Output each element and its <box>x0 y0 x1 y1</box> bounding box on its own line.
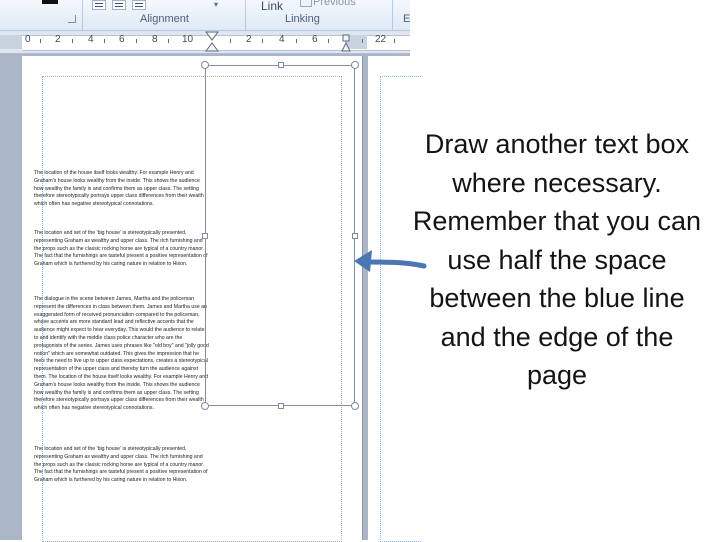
alignment-group-label: Alignment <box>140 13 189 25</box>
ribbon: ▾ Alignment Link Previous Linking E <box>0 0 410 31</box>
document-paragraph[interactable]: The location and set of the 'big house' … <box>34 446 210 485</box>
chevron-down-icon[interactable]: ▾ <box>214 0 218 9</box>
ruler-tick <box>394 39 395 43</box>
resize-handle[interactable] <box>351 402 359 410</box>
text-box[interactable] <box>201 61 359 410</box>
ruler-number: 2 <box>55 34 61 45</box>
ruler-tick <box>104 39 105 43</box>
ruler-number: 4 <box>279 34 285 45</box>
resize-handle[interactable] <box>278 62 284 68</box>
previous-icon <box>300 0 312 7</box>
ruler-tick <box>40 39 41 43</box>
group-separator <box>245 0 246 30</box>
ruler-tick <box>72 39 73 43</box>
ruler-number: 22 <box>375 34 387 45</box>
document-paragraph[interactable]: The location and set of the 'big house' … <box>34 230 210 269</box>
ruler-number: 6 <box>312 34 318 45</box>
ruler-tick <box>168 39 169 43</box>
ruler-number: 2 <box>246 34 252 45</box>
resize-handle[interactable] <box>201 61 209 69</box>
resize-handle[interactable] <box>202 233 208 239</box>
ruler-tick <box>230 39 231 43</box>
ruler-tick <box>262 39 263 43</box>
ruler-tick <box>296 39 297 43</box>
resize-handle[interactable] <box>201 402 209 410</box>
instruction-text: Draw another text box where necessary. R… <box>412 129 702 390</box>
ruler-number: 10 <box>182 34 194 45</box>
right-indent-marker-icon[interactable] <box>341 31 351 53</box>
ruler-number: 8 <box>152 34 158 45</box>
horizontal-ruler[interactable]: 0 2 4 6 8 10 2 4 6 22 <box>0 31 410 54</box>
indent-marker-icon[interactable] <box>205 31 219 53</box>
align-right-icon[interactable] <box>132 0 146 10</box>
link-button[interactable]: Link <box>261 0 283 13</box>
ribbon-dark-icon <box>42 0 58 4</box>
ruler-tick <box>362 39 363 43</box>
ruler-number: 0 <box>25 34 31 45</box>
ruler-tick <box>328 39 329 43</box>
align-left-icon[interactable] <box>92 0 106 10</box>
ruler-tick <box>136 39 137 43</box>
ruler-number: 4 <box>88 34 94 45</box>
linking-group-label: Linking <box>285 13 320 25</box>
group-separator <box>392 0 393 30</box>
document-paragraph[interactable]: The dialogue in the scene between James,… <box>34 296 210 413</box>
ruler-number: 6 <box>119 34 125 45</box>
align-center-icon[interactable] <box>112 0 126 10</box>
document-paragraph[interactable]: The location of the house itself looks w… <box>34 170 210 209</box>
group-separator <box>82 0 83 30</box>
ruler-left-margin <box>0 35 22 49</box>
resize-handle[interactable] <box>278 403 284 409</box>
resize-handle[interactable] <box>351 61 359 69</box>
dialog-launcher-icon[interactable] <box>68 15 76 23</box>
previous-button[interactable]: Previous <box>313 0 356 8</box>
next-group-label: E <box>403 13 411 25</box>
